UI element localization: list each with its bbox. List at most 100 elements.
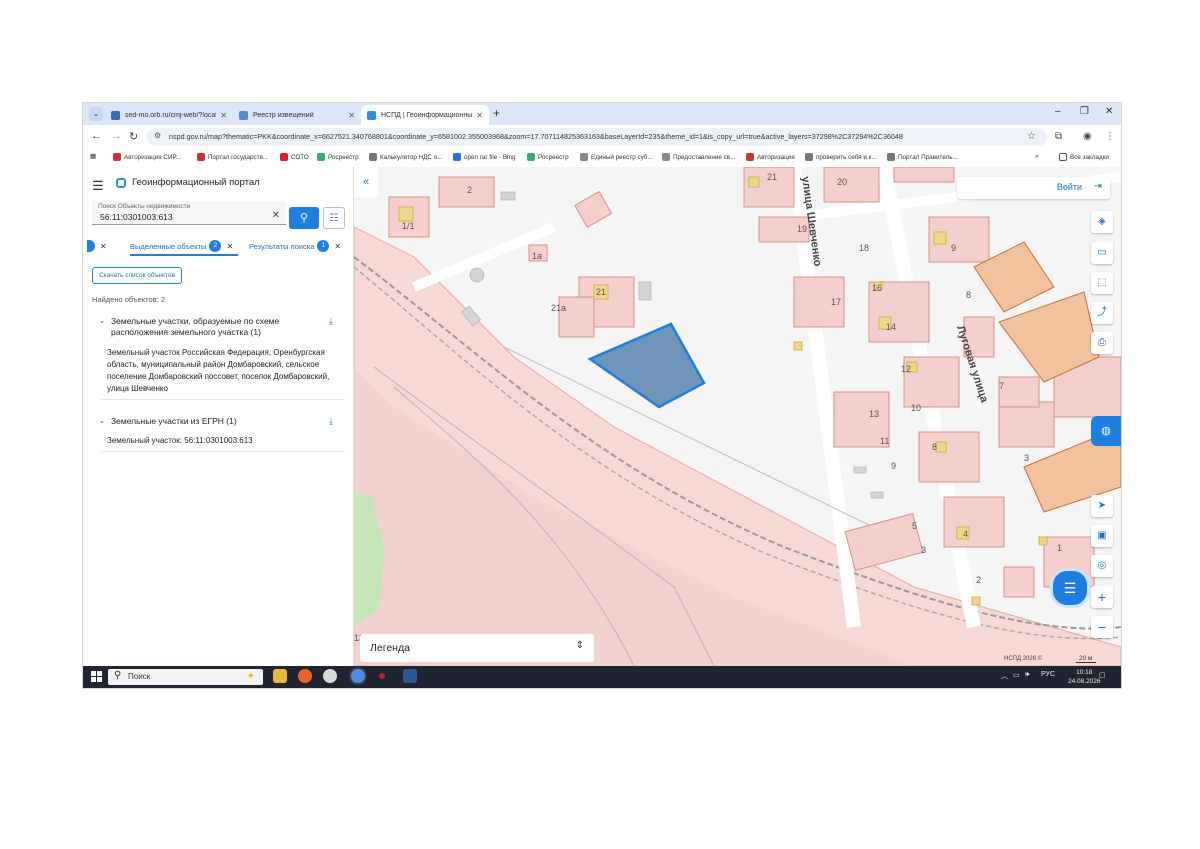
apps-icon[interactable]: ▦ [90, 153, 96, 160]
taskbar-search[interactable]: ⚲ Поиск ✦ [108, 669, 263, 685]
bookmark-item[interactable]: СОТО [280, 153, 309, 161]
firefox-icon[interactable] [298, 669, 312, 683]
hamburger-menu-icon[interactable]: ☰ [92, 178, 104, 194]
tab-close-icon[interactable]: ✕ [334, 242, 341, 251]
chrome-icon[interactable] [351, 669, 365, 683]
portal-widget-button[interactable]: ◍ [1091, 416, 1121, 446]
close-window-icon[interactable]: ✕ [1105, 106, 1113, 117]
tab-search-button[interactable]: ⌄ [89, 107, 103, 121]
group-title: Земельные участки из ЕГРН (1) [111, 416, 237, 426]
minimap-button[interactable]: ▣ [1091, 525, 1113, 547]
bookmark-item[interactable]: Предоставление св... [662, 153, 735, 161]
download-icon[interactable]: ⤓ [329, 416, 333, 427]
list-item[interactable]: Земельный участок: 56:11:0301003:613 [101, 435, 345, 452]
reload-icon[interactable]: ↻ [129, 130, 138, 143]
print-button[interactable]: ⎙ [1091, 332, 1113, 354]
bookmarks-more-button[interactable]: » [1035, 153, 1039, 160]
word-icon[interactable] [403, 669, 417, 683]
download-list-button[interactable]: Скачать список объектов [92, 267, 182, 284]
bookmark-item[interactable]: проверить себя и к... [805, 153, 877, 161]
bookmark-item[interactable]: Авторизация [746, 153, 795, 161]
menu-icon[interactable]: ⋮ [1105, 131, 1115, 142]
bookmark-item[interactable]: Калькулятор НДС о... [369, 153, 442, 161]
tab-favicon-icon [239, 110, 248, 120]
print-icon: ⎙ [1098, 337, 1106, 348]
app-icon[interactable] [379, 673, 385, 679]
clock[interactable]: 10:18 24.08.2026 [1068, 668, 1101, 686]
tab-close-icon[interactable]: ✕ [220, 111, 227, 120]
bookmark-item[interactable]: Портал государств... [197, 153, 268, 161]
volume-icon[interactable]: 🕪 [1025, 671, 1029, 679]
all-bookmarks-button[interactable]: Все закладки [1059, 153, 1109, 161]
share-button[interactable]: ⤴ [1091, 302, 1113, 324]
zoom-in-button[interactable]: + [1091, 586, 1113, 608]
highlighted-parcel[interactable] [587, 322, 706, 409]
download-icon[interactable]: ⤓ [329, 316, 333, 327]
minimize-icon[interactable]: – [1055, 106, 1061, 117]
bookmark-item[interactable]: Единый реестр суб... [580, 153, 653, 161]
map-canvas[interactable]: 21/11а 2121а21 201918 171614 121013 1199… [354, 167, 1121, 666]
bookmark-item[interactable]: Росреестр [317, 153, 359, 161]
group-scheme-parcels[interactable]: ⌄ Земельные участки, образуемые по схеме… [99, 316, 321, 338]
collapse-panel-button[interactable]: « [354, 167, 378, 197]
clear-icon[interactable]: ✕ [272, 210, 280, 221]
tab-favicon-icon [111, 110, 120, 120]
login-button[interactable]: Войти ⇥ [957, 177, 1110, 199]
tray-chevron-icon[interactable]: ︿ [1001, 671, 1008, 681]
bookmark-item[interactable]: Авторизация СИР... [113, 153, 181, 161]
bookmark-label: СОТО [291, 153, 309, 161]
group-egrn-parcels[interactable]: ⌄ Земельные участки из ЕГРН (1) [99, 416, 321, 427]
legend-panel[interactable]: Легенда ⇕ [360, 634, 594, 662]
map-view[interactable]: 2 1/1 1а 21 21а 21 20 19 18 17 16 14 12 10 13 11 9 9… [354, 167, 1121, 666]
chevron-down-icon[interactable]: ⌄ [99, 416, 105, 427]
tab-search-results[interactable]: Результаты поиска 1 ✕ [249, 240, 341, 252]
chat-button[interactable]: ☰ [1050, 568, 1090, 608]
back-icon[interactable]: ← [91, 130, 102, 142]
expand-icon[interactable]: ⇕ [576, 640, 584, 651]
svg-text:13: 13 [869, 409, 879, 419]
list-item[interactable]: Земельный участок Российская Федерация, … [101, 347, 345, 400]
ruler-button[interactable]: ▭ [1091, 242, 1113, 264]
svg-text:10: 10 [911, 403, 921, 413]
language-indicator[interactable]: РУС [1041, 671, 1055, 678]
bookmark-item[interactable]: open rar file - Bing [453, 153, 515, 161]
address-bar[interactable]: ⚙ nspd.gov.ru/map?thematic=PKK&coordinat… [147, 128, 1047, 146]
filter-button[interactable]: ☷ [323, 207, 345, 229]
new-tab-button[interactable]: + [493, 106, 500, 120]
profile-icon[interactable]: ◉ [1083, 131, 1092, 142]
ruler-icon: ▭ [1097, 247, 1107, 258]
tabs-scroll-left[interactable]: ✕ [87, 240, 107, 252]
file-explorer-icon[interactable] [273, 669, 287, 683]
app-icon[interactable] [323, 669, 337, 683]
network-icon[interactable]: ▭ [1013, 671, 1020, 679]
zoom-out-button[interactable]: − [1091, 616, 1113, 638]
layers-button[interactable]: ◈ [1091, 211, 1113, 233]
bookmark-star-icon[interactable]: ☆ [1027, 131, 1036, 142]
notifications-icon[interactable]: ▢ [1099, 671, 1106, 679]
restore-icon[interactable]: ❐ [1080, 106, 1089, 117]
locate-button[interactable]: ➤ [1091, 495, 1113, 517]
chevron-down-icon[interactable]: ⌄ [99, 316, 105, 327]
geolocation-button[interactable]: ◎ [1091, 555, 1113, 577]
bookmark-label: Росреестр [538, 153, 569, 161]
svg-text:5: 5 [912, 521, 917, 531]
bookmark-item[interactable]: Портал Правитель... [887, 153, 958, 161]
svg-text:14: 14 [886, 322, 896, 332]
windows-start-icon[interactable] [91, 671, 102, 682]
tab-sed[interactable]: sed-mo.orb.ru/cmj-web/?locale= ✕ [105, 105, 233, 125]
tab-close-icon[interactable]: ✕ [226, 242, 233, 251]
extensions-icon[interactable]: ⧉ [1055, 131, 1062, 142]
select-area-button[interactable]: ⬚ [1091, 272, 1113, 294]
bookmark-item[interactable]: Росреестр [527, 153, 569, 161]
forward-icon[interactable]: → [111, 130, 122, 142]
search-input[interactable]: Поиск Объекты недвижимости 56:11:0301003… [92, 201, 286, 225]
tab-close-icon[interactable]: ✕ [476, 111, 483, 120]
minus-icon: − [1097, 619, 1107, 635]
tab-close-icon[interactable]: ✕ [348, 111, 355, 120]
tab-selected-objects[interactable]: Выделенные объекты 2 ✕ [130, 240, 233, 252]
tab-nspd[interactable]: НСПД | Геоинформационный п ✕ [361, 105, 489, 125]
search-button[interactable]: ⚲ [289, 207, 319, 229]
site-info-icon[interactable]: ⚙ [154, 131, 161, 140]
tab-registry[interactable]: Реестр извещений ✕ [233, 105, 361, 125]
bookmark-label: Портал Правитель... [898, 153, 958, 161]
